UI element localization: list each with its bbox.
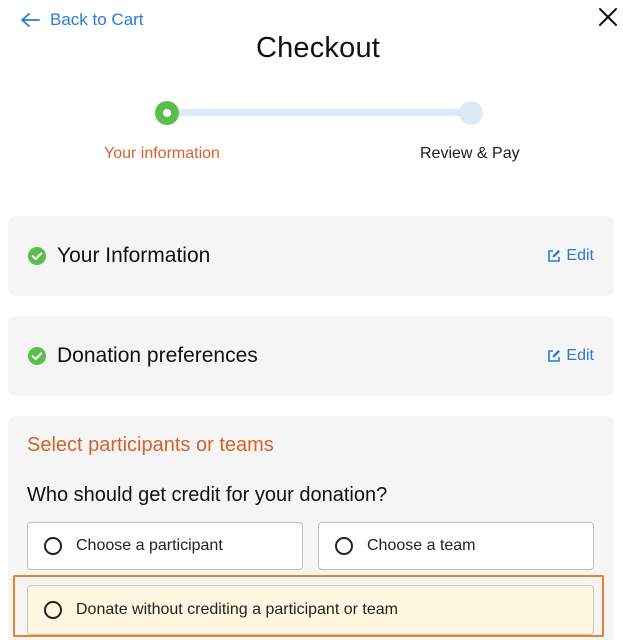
step-label-your-information: Your information [104,145,220,162]
step-indicator-your-information [155,101,179,125]
donate-without-crediting-label: Donate without crediting a participant o… [76,601,398,618]
back-to-cart-label: Back to Cart [50,10,144,29]
choose-participant-option[interactable]: Choose a participant [27,522,303,570]
select-participants-title: Select participants or teams [27,434,274,456]
radio-button[interactable] [44,601,62,619]
edit-your-information-button[interactable]: Edit [547,247,594,265]
choose-team-label: Choose a team [367,537,476,554]
stepper-track [166,109,471,116]
step-label-review-pay: Review & Pay [420,145,520,162]
check-circle-icon [28,247,46,265]
choose-team-option[interactable]: Choose a team [318,522,594,570]
edit-donation-preferences-button[interactable]: Edit [547,347,594,365]
your-information-title: Your Information [57,244,211,267]
edit-label: Edit [566,247,594,264]
page-title: Checkout [255,32,381,64]
check-circle-icon [28,347,46,365]
radio-button[interactable] [44,537,62,555]
donation-preferences-title: Donation preferences [57,344,258,367]
donation-preferences-section: Donation preferences Edit [8,316,614,396]
edit-label: Edit [566,347,594,364]
close-button[interactable] [596,7,620,31]
back-to-cart-link[interactable]: Back to Cart [20,8,144,32]
edit-icon [548,250,561,262]
close-icon [599,8,617,26]
edit-icon [548,350,561,362]
credit-question: Who should get credit for your donation? [27,484,388,506]
choose-participant-label: Choose a participant [76,537,223,554]
your-information-section: Your Information Edit [8,216,614,296]
checkout-page: Back to Cart Checkout Your information R… [0,0,623,640]
arrow-left-icon [21,13,40,27]
step-indicator-review-pay [459,101,483,125]
donate-without-crediting-option[interactable]: Donate without crediting a participant o… [27,585,594,635]
radio-button[interactable] [335,537,353,555]
